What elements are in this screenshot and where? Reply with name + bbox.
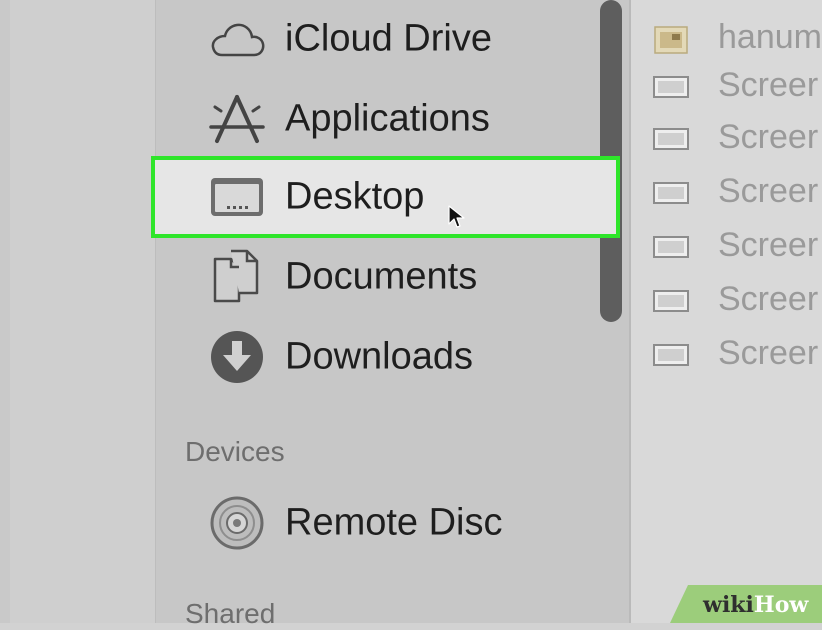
screenshot-file-icon [652, 180, 690, 206]
file-name: Screer [718, 172, 819, 210]
sidebar-item-label: iCloud Drive [285, 17, 492, 60]
file-name: hanum [718, 18, 822, 56]
sidebar-item-applications[interactable]: Applications [155, 80, 627, 158]
sidebar-item-label: Documents [285, 255, 478, 298]
sidebar-item-documents[interactable]: Documents [155, 238, 627, 316]
file-name: Screer [718, 334, 819, 372]
image-file-icon [652, 26, 690, 54]
screenshot-file-icon [652, 288, 690, 314]
sidebar-item-label: Desktop [285, 175, 425, 218]
applications-icon [207, 89, 267, 149]
sidebar-item-downloads[interactable]: Downloads [155, 318, 627, 396]
mouse-cursor [448, 205, 466, 234]
sidebar-item-label: Downloads [285, 335, 473, 378]
screenshot-file-icon [652, 234, 690, 260]
file-name: Screer [718, 280, 819, 318]
sidebar-item-desktop[interactable]: Desktop [151, 156, 620, 238]
watermark-wiki-text: wiki [703, 592, 754, 618]
file-row[interactable]: hanum [650, 18, 822, 58]
file-name: Screer [718, 226, 819, 264]
watermark-how-text: How [753, 592, 809, 618]
file-name: Screer [718, 118, 819, 156]
window-edge [0, 0, 10, 623]
cloud-icon [207, 9, 267, 69]
screenshot-file-icon [652, 74, 690, 100]
file-row[interactable]: Screer [650, 280, 822, 320]
sidebar-item-label: Applications [285, 97, 490, 140]
screenshot-file-icon [652, 126, 690, 152]
downloads-icon [207, 327, 267, 387]
sidebar-item-icloud-drive[interactable]: iCloud Drive [155, 0, 627, 78]
window-left-gutter [0, 0, 155, 623]
shared-section-title: Shared [185, 598, 276, 629]
file-row[interactable]: Screer [650, 172, 822, 212]
documents-icon [207, 247, 267, 307]
file-row[interactable]: Screer [650, 118, 822, 158]
devices-section-title: Devices [185, 436, 285, 467]
file-row[interactable]: Screer [650, 334, 822, 374]
sidebar-item-remote-disc[interactable]: Remote Disc [155, 484, 627, 562]
disc-icon [207, 493, 267, 553]
file-name: Screer [718, 66, 819, 104]
wikihow-watermark: wikiHow [670, 585, 822, 623]
screenshot-file-icon [652, 342, 690, 368]
sidebar-item-label: Remote Disc [285, 501, 503, 544]
file-row[interactable]: Screer [650, 66, 822, 106]
desktop-icon [207, 167, 267, 227]
file-row[interactable]: Screer [650, 226, 822, 266]
